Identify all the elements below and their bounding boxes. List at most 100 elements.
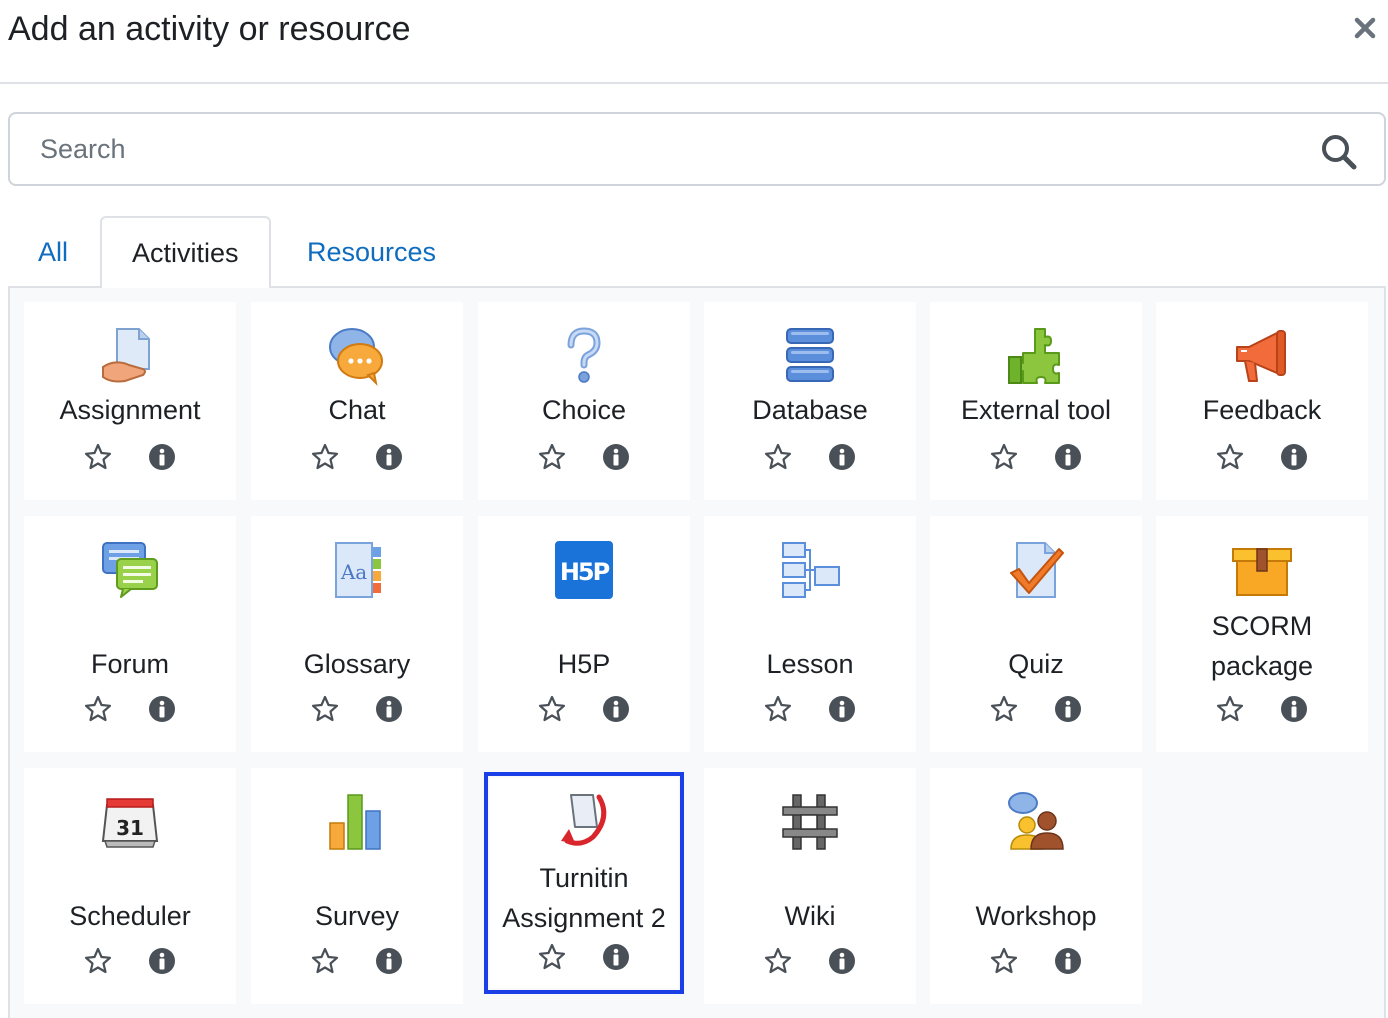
module-tile-choice[interactable]: Choice: [478, 302, 690, 500]
module-label: Choice: [541, 395, 627, 425]
star-icon[interactable]: [1213, 692, 1247, 726]
module-label: Lesson: [766, 649, 854, 679]
module-label: Assignment: [59, 395, 201, 425]
module-label: Chat: [328, 395, 386, 425]
svg-text:H5P: H5P: [560, 558, 610, 586]
turnitin-icon: [552, 790, 616, 854]
star-icon[interactable]: [761, 944, 795, 978]
star-icon[interactable]: [987, 944, 1021, 978]
star-icon[interactable]: [535, 940, 569, 974]
module-tile-h5p[interactable]: H5P H5P: [478, 516, 690, 752]
h5p-icon: H5P: [552, 538, 616, 602]
module-tile-survey[interactable]: Survey: [251, 768, 463, 1004]
info-icon[interactable]: [825, 440, 859, 474]
quiz-icon: [1004, 538, 1068, 602]
wiki-icon: [778, 790, 842, 854]
info-icon[interactable]: [825, 692, 859, 726]
search-box: [8, 112, 1386, 186]
module-tile-turnitin[interactable]: Turnitin Assignment 2: [484, 772, 684, 994]
module-label: SCORM package: [1210, 611, 1314, 681]
module-tile-wiki[interactable]: Wiki: [704, 768, 916, 1004]
svg-text:31: 31: [116, 816, 144, 840]
choice-icon: [552, 324, 616, 388]
info-icon[interactable]: [145, 692, 179, 726]
star-icon[interactable]: [81, 440, 115, 474]
module-label: Survey: [314, 901, 400, 931]
info-icon[interactable]: [372, 692, 406, 726]
tab-activities[interactable]: Activities: [100, 216, 271, 290]
search-input[interactable]: [10, 114, 1384, 184]
star-icon[interactable]: [761, 440, 795, 474]
module-label: Workshop: [975, 901, 1097, 931]
info-icon[interactable]: [145, 440, 179, 474]
svg-text:Aa: Aa: [340, 560, 367, 584]
info-icon[interactable]: [599, 440, 633, 474]
modal-header: Add an activity or resource: [0, 0, 1388, 84]
modules-grid: Assignment Chat Choice Database External…: [8, 288, 1386, 1018]
tab-all[interactable]: All: [8, 216, 98, 288]
info-icon[interactable]: [1277, 692, 1311, 726]
info-icon[interactable]: [372, 944, 406, 978]
star-icon[interactable]: [308, 944, 342, 978]
module-label: Scheduler: [69, 901, 191, 931]
external-tool-icon: [1004, 324, 1068, 388]
forum-icon: [98, 538, 162, 602]
info-icon[interactable]: [1277, 440, 1311, 474]
info-icon[interactable]: [372, 440, 406, 474]
star-icon[interactable]: [535, 692, 569, 726]
module-tile-scorm[interactable]: SCORM package: [1156, 516, 1368, 752]
module-label: Glossary: [303, 649, 411, 679]
modal-title: Add an activity or resource: [8, 10, 411, 48]
module-label: Quiz: [1008, 649, 1064, 679]
module-label: Feedback: [1202, 395, 1322, 425]
module-tile-lesson[interactable]: Lesson: [704, 516, 916, 752]
star-icon[interactable]: [987, 440, 1021, 474]
module-tile-chat[interactable]: Chat: [251, 302, 463, 500]
module-label: External tool: [960, 395, 1112, 425]
module-label: Database: [752, 395, 868, 425]
module-tile-assignment[interactable]: Assignment: [24, 302, 236, 500]
star-icon[interactable]: [761, 692, 795, 726]
database-icon: [778, 324, 842, 388]
info-icon[interactable]: [1051, 692, 1085, 726]
module-tile-feedback[interactable]: Feedback: [1156, 302, 1368, 500]
scorm-icon: [1230, 538, 1294, 602]
survey-icon: [325, 790, 389, 854]
module-tile-quiz[interactable]: Quiz: [930, 516, 1142, 752]
scheduler-icon: 31: [98, 790, 162, 854]
close-button[interactable]: [1350, 10, 1380, 46]
module-tile-scheduler[interactable]: 31 Scheduler: [24, 768, 236, 1004]
star-icon[interactable]: [1213, 440, 1247, 474]
search-icon[interactable]: [1320, 133, 1358, 171]
module-label: Turnitin Assignment 2: [502, 863, 666, 933]
tab-list: All Activities Resources: [8, 216, 1386, 290]
module-tile-database[interactable]: Database: [704, 302, 916, 500]
module-label: Forum: [90, 649, 169, 679]
star-icon[interactable]: [308, 692, 342, 726]
info-icon[interactable]: [1051, 944, 1085, 978]
star-icon[interactable]: [535, 440, 569, 474]
star-icon[interactable]: [987, 692, 1021, 726]
module-label: Wiki: [784, 901, 836, 931]
info-icon[interactable]: [599, 940, 633, 974]
assignment-icon: [98, 324, 162, 388]
module-tile-forum[interactable]: Forum: [24, 516, 236, 752]
module-tile-workshop[interactable]: Workshop: [930, 768, 1142, 1004]
lesson-icon: [778, 538, 842, 602]
info-icon[interactable]: [599, 692, 633, 726]
glossary-icon: Aa: [325, 538, 389, 602]
workshop-icon: [1004, 790, 1068, 854]
star-icon[interactable]: [81, 944, 115, 978]
info-icon[interactable]: [1051, 440, 1085, 474]
star-icon[interactable]: [308, 440, 342, 474]
tab-resources[interactable]: Resources: [277, 216, 466, 288]
info-icon[interactable]: [145, 944, 179, 978]
feedback-icon: [1230, 324, 1294, 388]
info-icon[interactable]: [825, 944, 859, 978]
module-tile-glossary[interactable]: Aa Glossary: [251, 516, 463, 752]
chat-icon: [325, 324, 389, 388]
module-label: H5P: [557, 649, 611, 679]
star-icon[interactable]: [81, 692, 115, 726]
module-tile-external-tool[interactable]: External tool: [930, 302, 1142, 500]
close-icon: [1354, 17, 1376, 39]
